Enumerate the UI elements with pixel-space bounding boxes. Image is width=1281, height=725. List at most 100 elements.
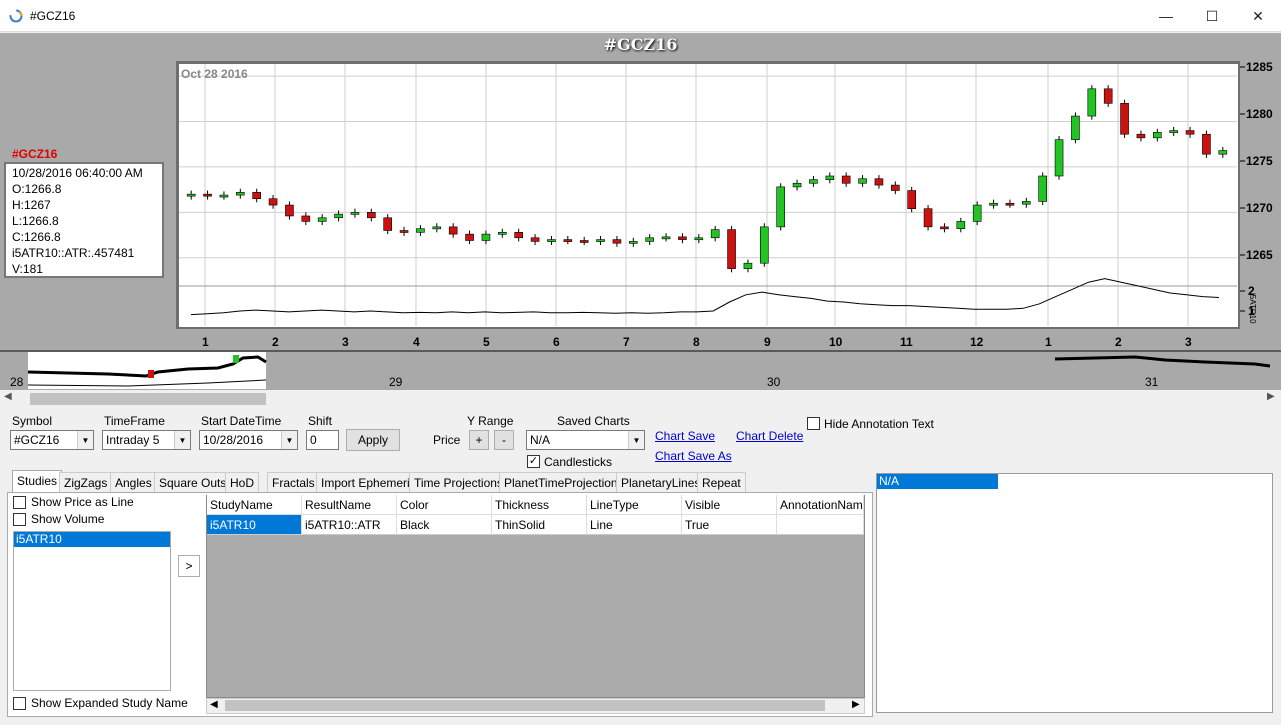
chart-save-link[interactable]: Chart Save: [655, 429, 715, 443]
annotation-item[interactable]: N/A: [877, 474, 998, 489]
scroll-left-icon[interactable]: ◀: [4, 391, 12, 402]
grid-cell[interactable]: Black: [397, 515, 492, 535]
atr-axis-label: i5ATR10: [1248, 293, 1257, 324]
candle-body: [727, 229, 736, 269]
grid-cell[interactable]: Line: [587, 515, 682, 535]
tab-planetary-lines[interactable]: PlanetaryLines: [616, 472, 706, 492]
info-atr: i5ATR10::ATR:.457481: [12, 246, 135, 260]
candle-body: [579, 240, 589, 243]
grid-header[interactable]: Thickness: [492, 495, 587, 515]
chart-save-as-link[interactable]: Chart Save As: [655, 449, 732, 463]
x-tick: 8: [693, 335, 700, 349]
minimize-button[interactable]: —: [1143, 0, 1189, 32]
hide-annotation-checkbox[interactable]: [807, 417, 820, 430]
grid-cell[interactable]: [777, 515, 864, 535]
candle-body: [760, 226, 769, 264]
grid-header[interactable]: ResultName: [302, 495, 397, 515]
y-range-minus-button[interactable]: -: [494, 430, 514, 450]
start-datetime-label: Start DateTime: [201, 414, 282, 428]
title-bar: [0, 0, 1281, 32]
timeframe-combo[interactable]: Intraday 5 ▼: [102, 430, 191, 450]
show-volume-label: Show Volume: [31, 512, 105, 526]
grid-cell[interactable]: i5ATR10: [207, 515, 302, 535]
close-button[interactable]: ✕: [1235, 0, 1281, 32]
shift-input[interactable]: 0: [306, 430, 339, 450]
annotation-list[interactable]: [876, 473, 1273, 713]
chevron-down-icon[interactable]: ▼: [281, 431, 297, 449]
grid-header[interactable]: LineType: [587, 495, 682, 515]
x-tick: 3: [1185, 335, 1192, 349]
saved-charts-combo[interactable]: N/A ▼: [526, 430, 645, 450]
grid-cell[interactable]: True: [682, 515, 777, 535]
scroll-left-icon[interactable]: ◀: [210, 699, 218, 710]
grid-cell[interactable]: i5ATR10::ATR: [302, 515, 397, 535]
info-low: L:1266.8: [12, 214, 59, 228]
chart-delete-link[interactable]: Chart Delete: [736, 429, 803, 443]
tab-zigzags[interactable]: ZigZags: [59, 472, 113, 492]
tab-import-ephemeris[interactable]: Import Ephemeris: [316, 472, 421, 492]
tab-time-projections[interactable]: Time Projections: [409, 472, 508, 492]
overview-label: 31: [1145, 375, 1159, 389]
overview-label: 28: [10, 375, 24, 389]
shift-label: Shift: [308, 414, 333, 428]
minimize-icon: —: [1159, 8, 1173, 24]
candle-body: [1005, 202, 1015, 206]
tab-repeat[interactable]: Repeat: [697, 472, 746, 492]
candle-body: [645, 237, 654, 242]
grid-header[interactable]: StudyName: [207, 495, 302, 515]
right-axis-ticks: [1240, 66, 1245, 312]
candle-body: [776, 186, 785, 228]
candle-body: [907, 190, 916, 209]
tab-square-outs[interactable]: Square Outs: [154, 472, 232, 492]
candle-body: [661, 236, 671, 240]
saved-charts-value: N/A: [530, 433, 551, 447]
candle-body: [1169, 130, 1178, 133]
grid-cell[interactable]: ThinSolid: [492, 515, 587, 535]
price-tick: 1280: [1246, 107, 1273, 121]
x-tick: 5: [483, 335, 490, 349]
chevron-down-icon[interactable]: ▼: [77, 431, 93, 449]
scroll-right-icon[interactable]: ▶: [1267, 391, 1275, 402]
grid-header[interactable]: Visible: [682, 495, 777, 515]
tab-studies[interactable]: Studies: [12, 470, 63, 493]
tab-angles[interactable]: Angles: [110, 472, 157, 492]
saved-charts-label: Saved Charts: [557, 414, 630, 428]
candle-body: [563, 239, 573, 242]
candle-body: [858, 178, 867, 184]
apply-button[interactable]: Apply: [346, 429, 400, 451]
scroll-thumb[interactable]: [30, 393, 266, 405]
maximize-button[interactable]: ☐: [1189, 0, 1235, 32]
study-list-item[interactable]: i5ATR10: [14, 532, 170, 547]
candle-body: [203, 193, 212, 197]
candle-body: [612, 239, 622, 244]
candle-body: [301, 215, 311, 222]
start-datetime-picker[interactable]: 10/28/2016 ▼: [199, 430, 298, 450]
overview-trace: [1055, 355, 1270, 368]
scroll-right-icon[interactable]: ▶: [852, 699, 860, 710]
tab-hod[interactable]: HoD: [225, 472, 260, 492]
chevron-down-icon[interactable]: ▼: [628, 431, 644, 449]
tab-fractals[interactable]: Fractals: [267, 472, 320, 492]
show-expanded-checkbox[interactable]: [13, 697, 26, 710]
show-volume-checkbox[interactable]: [13, 513, 26, 526]
chevron-down-icon[interactable]: ▼: [174, 431, 190, 449]
tab-planet-time-projections[interactable]: PlanetTimeProjections: [499, 472, 629, 492]
info-datetime: 10/28/2016 06:40:00 AM: [12, 166, 143, 180]
candle-body: [956, 221, 966, 229]
x-tick: 2: [272, 335, 279, 349]
show-expanded-label: Show Expanded Study Name: [31, 696, 188, 710]
grid-scroll-thumb[interactable]: [225, 700, 825, 711]
grid-header[interactable]: AnnotationName: [777, 495, 864, 515]
symbol-combo[interactable]: #GCZ16 ▼: [10, 430, 94, 450]
candle-body: [1087, 88, 1097, 117]
candlesticks-checkbox[interactable]: ✓: [527, 455, 540, 468]
show-price-line-checkbox[interactable]: [13, 496, 26, 509]
overview-window[interactable]: [28, 352, 268, 390]
grid-header[interactable]: Color: [397, 495, 492, 515]
y-range-plus-button[interactable]: +: [469, 430, 489, 450]
candle-body: [530, 237, 540, 242]
add-study-button[interactable]: >: [178, 555, 200, 577]
study-list[interactable]: [13, 531, 171, 691]
info-open: O:1266.8: [12, 182, 62, 196]
price-chart[interactable]: [179, 64, 1237, 326]
